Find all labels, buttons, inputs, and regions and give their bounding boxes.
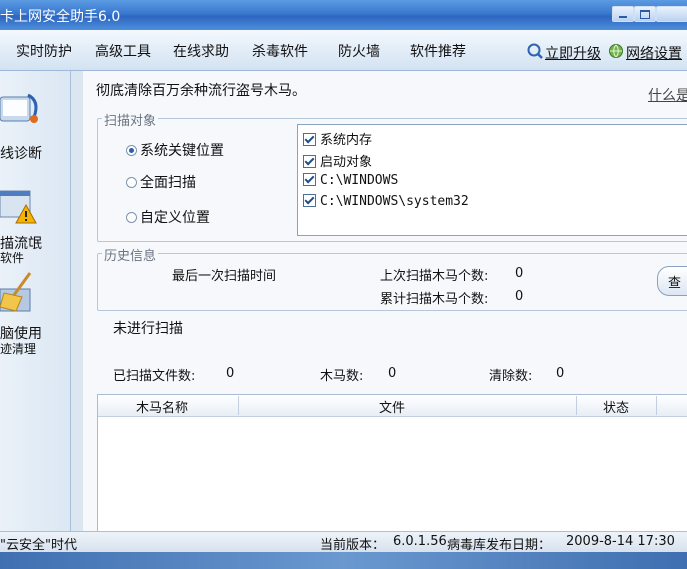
location-item[interactable]: C:\WINDOWS\system32: [303, 194, 469, 209]
menu-realtime-protection[interactable]: 实时防护: [16, 41, 72, 61]
menu-firewall[interactable]: 防火墙: [338, 41, 380, 61]
radio-label: 系统关键位置: [140, 143, 224, 159]
version-label: 当前版本：: [320, 538, 386, 553]
scanned-files-value: 0: [226, 366, 235, 381]
scan-target-legend: 扫描对象: [102, 110, 159, 129]
radio-icon: [126, 176, 137, 188]
close-button[interactable]: [656, 6, 687, 22]
maximize-button[interactable]: [634, 6, 656, 22]
cleared-count-value: 0: [556, 366, 565, 381]
menu-software-recommend[interactable]: 软件推荐: [410, 41, 466, 61]
radio-icon: [126, 211, 137, 223]
view-history-button-label: 查: [668, 276, 682, 291]
last-scan-time-label: 最后一次扫描时间: [172, 269, 277, 284]
column-divider[interactable]: [576, 396, 577, 415]
sidebar: 线诊断 描流氓 软件 脑使用 迹清理: [0, 71, 71, 531]
slogan-link[interactable]: "云安全"时代: [0, 534, 77, 553]
checkbox-checked-icon: [303, 155, 316, 168]
scan-location-list[interactable]: 系统内存 启动对象 C:\WINDOWS C:\WINDOWS\system32: [297, 124, 687, 236]
view-history-button[interactable]: 查: [657, 266, 687, 296]
radio-full-scan[interactable]: 全面扫描: [126, 172, 196, 192]
db-date-value: 2009-8-14 17:30: [566, 534, 675, 549]
upgrade-link[interactable]: 立即升级: [545, 43, 601, 63]
column-header-trojan-name[interactable]: 木马名称: [136, 397, 188, 416]
broom-icon: [0, 272, 32, 312]
title-bar: 卡上网安全助手6.0: [0, 0, 687, 30]
sidebar-item-rogue-software[interactable]: 描流氓 软件: [0, 185, 70, 271]
checkbox-checked-icon: [303, 173, 316, 186]
sidebar-item-cleanup[interactable]: 脑使用 迹清理: [0, 271, 70, 361]
cleared-count-label: 清除数:: [489, 369, 533, 384]
trojans-count-value: 0: [388, 366, 397, 381]
location-label: C:\WINDOWS\system32: [320, 194, 469, 209]
help-link[interactable]: 什么是: [648, 85, 687, 105]
version-value: 6.0.1.56: [393, 534, 447, 549]
last-trojans-value: 0: [515, 266, 524, 281]
radio-label: 全面扫描: [140, 175, 196, 191]
total-trojans-value: 0: [515, 289, 524, 304]
location-label: C:\WINDOWS: [320, 173, 399, 188]
location-item[interactable]: 启动对象: [303, 151, 372, 170]
checkbox-checked-icon: [303, 133, 316, 146]
sidebar-item-label: 线诊断: [0, 146, 42, 162]
total-trojans-label: 累计扫描木马个数:: [380, 292, 489, 307]
sidebar-item-sublabel: 迹清理: [0, 342, 37, 356]
location-item[interactable]: 系统内存: [303, 129, 372, 148]
column-divider[interactable]: [656, 396, 657, 415]
menu-bar: 实时防护 高级工具 在线求助 杀毒软件 防火墙 软件推荐 立即升级 网络设置: [0, 30, 687, 71]
column-divider[interactable]: [238, 396, 239, 415]
location-item[interactable]: C:\WINDOWS: [303, 173, 398, 188]
trojans-count-label: 木马数:: [320, 369, 364, 384]
history-legend: 历史信息: [102, 245, 159, 264]
last-trojans-label: 上次扫描木马个数:: [380, 269, 489, 284]
network-settings-icon: [609, 44, 623, 58]
menu-advanced-tools[interactable]: 高级工具: [95, 41, 151, 61]
results-table-header: 木马名称 文件 状态: [98, 395, 687, 417]
minimize-button[interactable]: [612, 6, 634, 22]
sidebar-item-diagnosis[interactable]: 线诊断: [0, 85, 70, 165]
location-label: 启动对象: [320, 155, 373, 170]
radio-key-locations[interactable]: 系统关键位置: [126, 140, 224, 160]
radio-custom-location[interactable]: 自定义位置: [126, 207, 210, 227]
window-title: 卡上网安全助手6.0: [0, 9, 121, 25]
radio-label: 自定义位置: [140, 210, 210, 226]
scan-status-message: 未进行扫描: [113, 321, 183, 337]
upgrade-icon: [527, 43, 543, 59]
db-date-label: 病毒库发布日期：: [447, 538, 552, 553]
scanned-files-label: 已扫描文件数:: [113, 369, 196, 384]
location-label: 系统内存: [320, 133, 373, 148]
page-tagline: 彻底清除百万余种流行盗号木马。: [96, 83, 306, 99]
column-header-file[interactable]: 文件: [379, 397, 405, 416]
desktop-background: [0, 552, 687, 569]
sidebar-item-sublabel: 软件: [0, 251, 25, 265]
status-bar: "云安全"时代 当前版本： 6.0.1.56 病毒库发布日期： 2009-8-1…: [0, 531, 687, 553]
column-header-status[interactable]: 状态: [603, 397, 629, 416]
diagnosis-icon: [0, 93, 38, 123]
radio-selected-icon: [126, 144, 137, 156]
menu-online-help[interactable]: 在线求助: [173, 41, 229, 61]
checkbox-checked-icon: [303, 194, 316, 207]
results-table[interactable]: 木马名称 文件 状态: [97, 394, 687, 532]
menu-antivirus[interactable]: 杀毒软件: [252, 41, 308, 61]
warning-icon: [0, 190, 37, 224]
network-settings-link[interactable]: 网络设置: [626, 43, 682, 63]
